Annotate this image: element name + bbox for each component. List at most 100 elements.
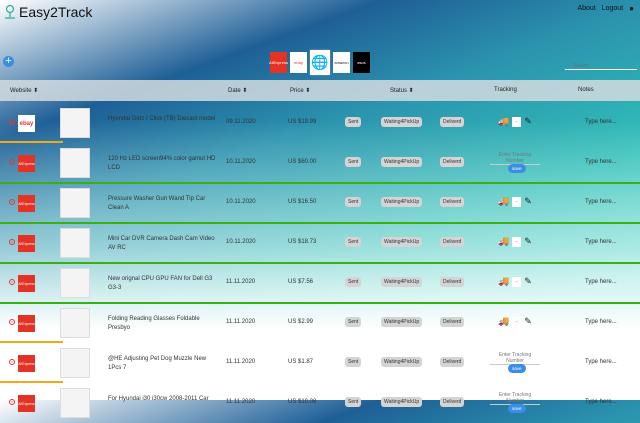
site-logo[interactable]: AliExpress [18,155,35,172]
status-sent-button[interactable]: Sent [345,117,362,127]
save-button[interactable]: save [508,364,526,373]
product-title[interactable]: New orignal CPU GPU FAN for Dell G3 G3-3 [108,275,218,293]
status-sent-button[interactable]: Sent [345,277,362,287]
status-waiting-button[interactable]: Waiting4PickUp [381,397,423,407]
status-sent-button[interactable]: Sent [345,237,362,247]
notes-input[interactable]: Type here... [585,279,617,285]
status-waiting-button[interactable]: Waiting4PickUp [381,277,423,287]
status-delivered-button[interactable]: Deliverd [440,197,465,207]
product-image[interactable] [60,188,90,218]
product-title[interactable]: Mini Car DVR Camera Dash Cam Video AV RC [108,235,218,253]
status-sent-button[interactable]: Sent [345,397,362,407]
status-sent-button[interactable]: Sent [345,197,362,207]
product-image[interactable] [60,308,90,338]
notes-input[interactable]: Type here... [585,199,617,205]
edit-icon[interactable]: ✎ [524,196,532,207]
site-logo[interactable]: AliExpress [18,195,35,212]
edit-icon[interactable]: ✎ [524,276,532,287]
save-button[interactable]: save [508,164,526,173]
header-status[interactable]: Status ⬍ [390,87,414,94]
order-price: US $16.50 [288,199,317,205]
product-title[interactable]: Folding Reading Glasses Foldable Presbyo [108,315,218,333]
edit-icon[interactable]: ✎ [524,316,532,327]
status-delivered-button[interactable]: Deliverd [440,237,465,247]
notes-input[interactable]: Type here... [585,319,617,325]
app-logo[interactable]: Easy2Track [4,4,92,20]
site-logo[interactable]: AliExpress [18,355,35,372]
delete-icon[interactable]: × [9,119,15,125]
delete-icon[interactable]: × [9,239,15,245]
status-waiting-button[interactable]: Waiting4PickUp [381,197,423,207]
truck-icon[interactable]: 🚚 [498,196,509,207]
status-delivered-button[interactable]: Deliverd [440,397,465,407]
status-delivered-button[interactable]: Deliverd [440,317,465,327]
site-logo[interactable]: AliExpress [18,395,35,412]
delete-icon[interactable]: × [9,159,15,165]
order-price: US $18.73 [288,239,317,245]
site-filter-asos[interactable]: asos [353,52,370,73]
carrier-logo[interactable]: ~ [512,116,522,127]
add-item-button[interactable]: + [3,56,14,67]
notes-input[interactable]: Type here... [585,159,617,165]
truck-icon[interactable]: 🚚 [498,276,509,287]
product-title[interactable]: 120 Hz LED screen94% color gamut HD LCD [108,155,218,173]
delete-icon[interactable]: × [9,319,15,325]
carrier-logo[interactable]: ~ [512,236,522,247]
carrier-logo[interactable]: ~ [512,276,522,287]
product-title[interactable]: Hyundai Getz / Click (TB) Diecast model [108,115,218,124]
site-logo[interactable]: AliExpress [18,315,35,332]
delete-icon[interactable]: × [9,279,15,285]
notes-input[interactable]: Type here... [585,119,617,125]
product-title[interactable]: @HE Adjusting Pet Dog Muzzle New 1Pcs 7 [108,355,218,373]
product-image[interactable] [60,388,90,418]
carrier-logo[interactable]: ~ [512,196,522,207]
order-date: 11.11.2020 [226,279,256,285]
edit-icon[interactable]: ✎ [524,236,532,247]
truck-icon[interactable]: 🚚 [498,236,509,247]
site-filter-amazon[interactable]: amazon [333,52,350,73]
save-button[interactable]: save [508,404,526,413]
site-logo[interactable]: AliExpress [18,275,35,292]
truck-icon[interactable]: 🚚 [498,316,509,327]
user-icon[interactable]: ● [629,4,634,13]
header-notes: Notes [578,87,594,93]
header-date[interactable]: Date ⬍ [228,87,247,94]
status-waiting-button[interactable]: Waiting4PickUp [381,117,423,127]
delete-icon[interactable]: × [9,199,15,205]
status-delivered-button[interactable]: Deliverd [440,157,465,167]
status-delivered-button[interactable]: Deliverd [440,277,465,287]
site-filter-all[interactable]: 🌐 [310,50,330,75]
order-date: 10.11.2020 [226,199,256,205]
site-logo[interactable]: AliExpress [18,235,35,252]
status-waiting-button[interactable]: Waiting4PickUp [381,237,423,247]
product-image[interactable] [60,108,90,138]
carrier-logo[interactable]: ~ [512,316,522,327]
notes-input[interactable]: Type here... [585,239,617,245]
status-waiting-button[interactable]: Waiting4PickUp [381,157,423,167]
site-filter-ebay[interactable]: ebay [290,52,307,73]
status-delivered-button[interactable]: Deliverd [440,117,465,127]
product-image[interactable] [60,228,90,258]
notes-input[interactable]: Type here... [585,359,617,365]
status-sent-button[interactable]: Sent [345,357,362,367]
edit-icon[interactable]: ✎ [524,116,532,127]
header-website[interactable]: Website ⬍ [10,87,38,94]
logout-link[interactable]: Logout [602,5,623,12]
status-waiting-button[interactable]: Waiting4PickUp [381,317,423,327]
status-sent-button[interactable]: Sent [345,157,362,167]
status-waiting-button[interactable]: Waiting4PickUp [381,357,423,367]
delete-icon[interactable]: × [9,359,15,365]
truck-icon[interactable]: 🚚 [498,116,509,127]
product-image[interactable] [60,348,90,378]
site-filter-aliexpress[interactable]: AliExpress [269,52,288,73]
product-title[interactable]: Pressure Washer Gun Wand Tip Car Clean A [108,195,218,213]
product-image[interactable] [60,268,90,298]
status-sent-button[interactable]: Sent [345,317,362,327]
status-delivered-button[interactable]: Deliverd [440,357,465,367]
site-logo[interactable]: ebay [18,115,35,132]
header-price[interactable]: Price ⬍ [290,87,310,94]
search-input[interactable]: Search [565,63,637,70]
header-tracking: Tracking [494,87,517,93]
about-link[interactable]: About [577,5,595,12]
product-image[interactable] [60,148,90,178]
